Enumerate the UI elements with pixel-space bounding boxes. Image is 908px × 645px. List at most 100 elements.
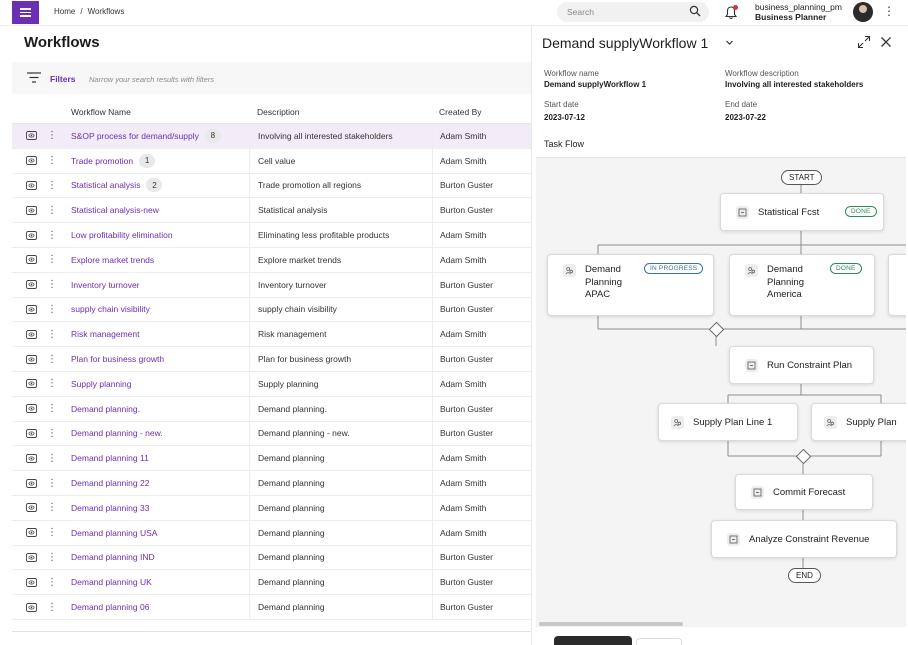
workflow-name-link[interactable]: Trade promotion: [71, 156, 133, 166]
row-menu-icon[interactable]: ⋮: [47, 298, 57, 322]
table-row[interactable]: ⋮ Plan for business growth Plan for busine…: [12, 347, 531, 372]
table-row[interactable]: ⋮ Explore market trends Explore market tre…: [12, 247, 531, 273]
row-menu-icon[interactable]: ⋮: [47, 198, 57, 222]
row-menu-icon[interactable]: ⋮: [47, 546, 57, 570]
avatar[interactable]: [853, 2, 873, 22]
row-menu-icon[interactable]: ⋮: [47, 446, 57, 470]
node-offscreen[interactable]: [888, 254, 906, 316]
workflow-name-cell[interactable]: supply chain visibility: [71, 298, 150, 322]
row-menu-icon[interactable]: ⋮: [47, 248, 57, 272]
table-row[interactable]: ⋮ Trade promotion 1 Cell value Adam Smith: [12, 148, 531, 174]
row-menu-icon[interactable]: ⋮: [47, 124, 57, 148]
table-row[interactable]: ⋮ Demand planning. Demand planning. Burton …: [12, 396, 531, 422]
row-menu-icon[interactable]: ⋮: [47, 397, 57, 421]
view-icon[interactable]: [26, 174, 38, 198]
primary-action-button[interactable]: [554, 636, 632, 645]
workflow-name-cell[interactable]: Trade promotion 1: [71, 149, 156, 173]
table-row[interactable]: ⋮ Demand planning IND Demand planning Burto…: [12, 545, 531, 571]
workflow-name-link[interactable]: Risk management: [71, 329, 140, 339]
view-icon[interactable]: [26, 397, 38, 421]
workflow-name-cell[interactable]: Statistical analysis-new: [71, 198, 159, 222]
breadcrumb-home[interactable]: Home: [54, 7, 75, 16]
view-icon[interactable]: [26, 347, 38, 371]
view-icon[interactable]: [26, 248, 38, 272]
view-icon[interactable]: [26, 149, 38, 173]
close-icon[interactable]: [880, 36, 892, 48]
table-row[interactable]: ⋮ Demand planning USA Demand planning Adam …: [12, 520, 531, 546]
secondary-action-button[interactable]: [636, 638, 682, 645]
workflow-name-cell[interactable]: Demand planning IND: [71, 546, 155, 570]
workflow-name-link[interactable]: Statistical analysis: [71, 180, 140, 190]
workflow-name-cell[interactable]: Demand planning USA: [71, 521, 157, 545]
view-icon[interactable]: [26, 521, 38, 545]
table-row[interactable]: ⋮ Low profitability elimination Eliminatin…: [12, 223, 531, 248]
workflow-name-link[interactable]: Demand planning 33: [71, 503, 149, 513]
row-menu-icon[interactable]: ⋮: [47, 422, 57, 446]
view-icon[interactable]: [26, 446, 38, 470]
workflow-name-link[interactable]: Demand planning UK: [71, 577, 152, 587]
task-flow-canvas[interactable]: START Statistical Fcst DONE Demand Plann…: [536, 157, 906, 627]
table-row[interactable]: ⋮ S&OP process for demand/supply 8 Involvin…: [12, 124, 531, 149]
row-menu-icon[interactable]: ⋮: [47, 496, 57, 520]
node-analyze-constraint-revenue[interactable]: Analyze Constraint Revenue: [711, 520, 897, 558]
table-row[interactable]: ⋮ Risk management Risk management Adam Smit…: [12, 322, 531, 348]
view-icon[interactable]: [26, 570, 38, 594]
workflow-name-link[interactable]: Plan for business growth: [71, 354, 164, 364]
workflow-name-link[interactable]: Supply planning: [71, 379, 132, 389]
row-menu-icon[interactable]: ⋮: [47, 322, 57, 346]
view-icon[interactable]: [26, 471, 38, 495]
table-row[interactable]: ⋮ Demand planning 11 Demand planning Adam S…: [12, 446, 531, 472]
view-icon[interactable]: [26, 198, 38, 222]
workflow-name-cell[interactable]: Demand planning 22: [71, 471, 149, 495]
workflow-name-link[interactable]: Demand planning 22: [71, 478, 149, 488]
table-row[interactable]: ⋮ Statistical analysis-new Statistical ana…: [12, 198, 531, 224]
workflow-name-link[interactable]: Inventory turnover: [71, 280, 140, 290]
more-options-icon[interactable]: ⋮: [883, 5, 895, 17]
search-icon[interactable]: [689, 5, 701, 17]
workflow-name-cell[interactable]: Demand planning 11: [71, 446, 149, 470]
view-icon[interactable]: [26, 372, 38, 396]
workflow-name-cell[interactable]: Low profitability elimination: [71, 223, 173, 247]
workflow-name-cell[interactable]: Demand planning 33: [71, 496, 149, 520]
workflow-name-cell[interactable]: Demand planning.: [71, 397, 140, 421]
filter-icon[interactable]: [27, 72, 41, 83]
view-icon[interactable]: [26, 422, 38, 446]
row-menu-icon[interactable]: ⋮: [47, 595, 57, 619]
workflow-name-link[interactable]: Demand planning - new.: [71, 428, 163, 438]
workflow-name-cell[interactable]: Statistical analysis 2: [71, 174, 163, 198]
chevron-down-icon[interactable]: [725, 38, 734, 47]
column-header-name[interactable]: Workflow Name: [71, 107, 131, 117]
workflow-name-cell[interactable]: Risk management: [71, 322, 140, 346]
workflow-name-cell[interactable]: Demand planning 06: [71, 595, 149, 619]
table-row[interactable]: ⋮ Demand planning 06 Demand planning Burton…: [12, 595, 531, 620]
view-icon[interactable]: [26, 223, 38, 247]
row-menu-icon[interactable]: ⋮: [47, 471, 57, 495]
workflow-name-cell[interactable]: Demand planning UK: [71, 570, 152, 594]
row-menu-icon[interactable]: ⋮: [47, 174, 57, 198]
table-row[interactable]: ⋮ supply chain visibility supply chain vis…: [12, 297, 531, 323]
view-icon[interactable]: [26, 298, 38, 322]
row-menu-icon[interactable]: ⋮: [47, 273, 57, 297]
view-icon[interactable]: [26, 124, 38, 148]
workflow-name-link[interactable]: Demand planning IND: [71, 552, 155, 562]
filters-button[interactable]: Filters: [50, 74, 76, 84]
workflow-name-link[interactable]: Demand planning 11: [71, 453, 149, 463]
search-input[interactable]: Search: [557, 2, 709, 22]
workflow-name-link[interactable]: Demand planning USA: [71, 528, 157, 538]
column-header-description[interactable]: Description: [257, 107, 300, 117]
table-row[interactable]: ⋮ Demand planning 33 Demand planning Adam S…: [12, 495, 531, 521]
node-commit-forecast[interactable]: Commit Forecast: [735, 474, 873, 510]
node-supply-plan-line-1[interactable]: Supply Plan Line 1: [658, 403, 798, 441]
table-row[interactable]: ⋮ Supply planning Supply planning Adam Smit…: [12, 371, 531, 397]
node-run-constraint-plan[interactable]: Run Constraint Plan: [729, 346, 874, 384]
table-row[interactable]: ⋮ Demand planning 22 Demand planning Adam S…: [12, 471, 531, 496]
horizontal-scrollbar[interactable]: [539, 622, 683, 626]
workflow-name-cell[interactable]: S&OP process for demand/supply 8: [71, 124, 221, 148]
workflow-name-cell[interactable]: Explore market trends: [71, 248, 154, 272]
table-row[interactable]: ⋮ Inventory turnover Inventory turnover Bur…: [12, 272, 531, 298]
table-row[interactable]: ⋮ Statistical analysis 2 Trade promotion al…: [12, 173, 531, 199]
node-statistical-fcst[interactable]: Statistical Fcst DONE: [720, 193, 884, 231]
workflow-name-link[interactable]: Explore market trends: [71, 255, 154, 265]
view-icon[interactable]: [26, 496, 38, 520]
workflow-name-link[interactable]: Demand planning.: [71, 404, 140, 414]
